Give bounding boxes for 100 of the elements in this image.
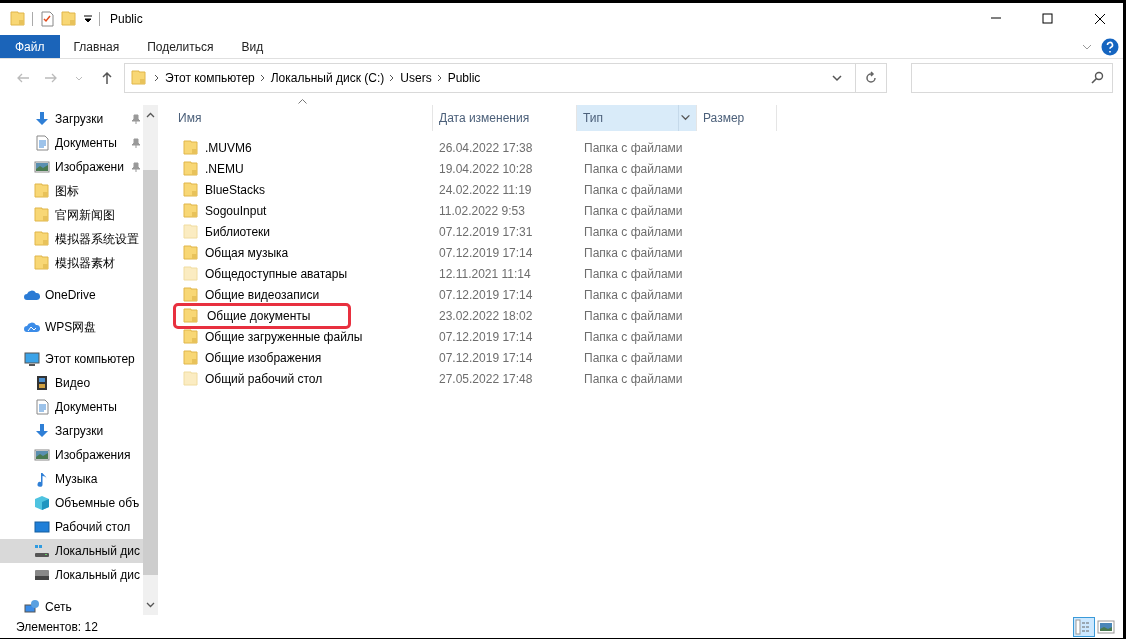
type-cell-text: Папка с файлами [583,286,684,304]
folder-icon [34,231,50,247]
item-count: Элементов: 12 [16,618,98,636]
column-header[interactable]: Размер [697,105,777,131]
scrollbar[interactable] [143,105,158,615]
film-icon [34,375,50,391]
file-name[interactable]: .MUVM6 [205,138,252,157]
type-cell-text: Папка с файлами [583,139,684,157]
type-cell-text: Папка с файлами [583,244,684,262]
sidebar-item[interactable]: Изображени [0,155,143,179]
ribbon-tab[interactable]: Поделиться [133,35,228,58]
sidebar-item[interactable]: Загрузки [0,419,143,443]
thumbnails-view-icon[interactable] [1097,618,1115,635]
sidebar-item[interactable]: Документы [0,131,143,155]
date-cell-text: 07.12.2019 17:14 [438,286,534,304]
chevron-down-icon[interactable] [146,600,155,609]
pin-icon [131,138,141,148]
checklist-icon[interactable] [39,11,55,27]
date-cell-text: 23.02.2022 18:02 [438,307,534,325]
ribbon-tab[interactable]: Главная [59,35,134,58]
maximize-icon[interactable] [1042,13,1054,25]
file-name[interactable]: BlueStacks [205,180,266,199]
file-name[interactable]: .NEMU [205,159,244,178]
file-name[interactable]: SogouInput [205,201,267,220]
sidebar-item[interactable]: Документы [0,395,143,419]
type-cell-text: Папка с файлами [583,202,684,220]
search-field[interactable] [911,63,1113,93]
file-name[interactable]: Общая музыка [205,243,289,262]
date-cell-text: 07.12.2019 17:31 [438,223,534,241]
type-cell-text: Папка с файлами [583,349,684,367]
pin-icon [131,114,141,124]
refresh-icon[interactable] [864,71,878,85]
sidebar-item[interactable]: Этот компьютер [0,347,143,371]
type-cell-text: Папка с файлами [583,160,684,178]
type-cell-text: Папка с файлами [583,307,684,325]
column-header[interactable]: Тип [577,105,697,131]
sidebar-item[interactable]: WPS网盘 [0,315,143,339]
sidebar-item[interactable]: 模拟器素材 [0,251,143,275]
down-arrow-icon [34,423,50,439]
help-icon[interactable] [1101,37,1119,56]
ribbon-tab[interactable]: Вид [227,35,278,58]
sidebar-item[interactable]: 官网新闻图 [0,203,143,227]
pin-icon [131,162,141,172]
sidebar-item[interactable]: Видео [0,371,143,395]
date-cell-text: 07.12.2019 17:14 [438,328,534,346]
file-name[interactable]: Общие документы [207,306,311,325]
breadcrumb[interactable]: Users [396,69,436,87]
picture-icon [34,159,50,175]
folder-icon [34,255,50,271]
file-name[interactable]: Общедоступные аватары [205,264,348,283]
sidebar-item[interactable]: Музыка [0,467,143,491]
ribbon-tab[interactable]: Файл [0,35,60,58]
chevron-right-icon [153,74,161,82]
cube-icon [34,495,50,511]
search-icon [1090,71,1104,85]
folder-icon [34,207,50,223]
date-cell-text: 24.02.2022 11:19 [438,181,533,199]
chevron-down-icon[interactable] [831,72,843,84]
sidebar-item[interactable]: 模拟器系统设置 [0,227,143,251]
down-arrow-icon [34,111,50,127]
folder-icon [34,183,50,199]
date-cell-text: 11.02.2022 9:53 [438,202,526,220]
document-icon [34,135,50,151]
date-cell-text: 12.11.2021 11:14 [438,265,532,283]
sidebar-item[interactable]: Локальный дис [0,563,143,587]
breadcrumb[interactable]: Этот компьютер [161,69,259,87]
file-name[interactable]: Библиотеки [205,222,270,241]
folder-icon [131,70,147,86]
file-name[interactable]: Общие загруженные файлы [205,327,363,346]
sidebar-item[interactable]: Изображения [0,443,143,467]
sidebar-item[interactable]: Сеть [0,595,143,615]
chevron-up-icon[interactable] [146,111,155,120]
drive-icon [34,543,50,559]
sidebar-item[interactable]: Рабочий стол [0,515,143,539]
up-arrow-icon[interactable] [100,71,114,85]
type-cell-text: Папка с файлами [583,328,684,346]
breadcrumb[interactable]: Public [443,69,485,87]
sidebar-item[interactable]: Объемные объ [0,491,143,515]
chevron-right-icon [258,74,267,82]
file-name[interactable]: Общие видеозаписи [205,285,320,304]
type-cell-text: Папка с файлами [583,370,684,388]
chevron-right-icon [435,74,444,82]
sidebar-item[interactable]: OneDrive [0,283,143,307]
sidebar-item[interactable]: Локальный дис [0,539,143,563]
date-cell-text: 07.12.2019 17:14 [438,349,534,367]
type-cell-text: Папка с файлами [583,223,684,241]
file-name[interactable]: Общий рабочий стол [205,369,323,388]
date-cell-text: 19.04.2022 10:28 [438,160,534,178]
desktop-icon [34,519,50,535]
caret-icon[interactable] [83,14,93,24]
close-icon[interactable] [1094,13,1106,25]
sidebar-item[interactable]: Загрузки [0,107,143,131]
date-cell-text: 07.12.2019 17:14 [438,244,534,262]
column-header[interactable]: Имя [172,105,433,131]
file-name[interactable]: Общие изображения [205,348,322,367]
type-cell-text: Папка с файлами [583,181,684,199]
window-title: Public [110,11,143,28]
picture-icon [34,447,50,463]
sidebar-item[interactable]: 图标 [0,179,143,203]
breadcrumb[interactable]: Локальный диск (C:) [266,69,389,87]
